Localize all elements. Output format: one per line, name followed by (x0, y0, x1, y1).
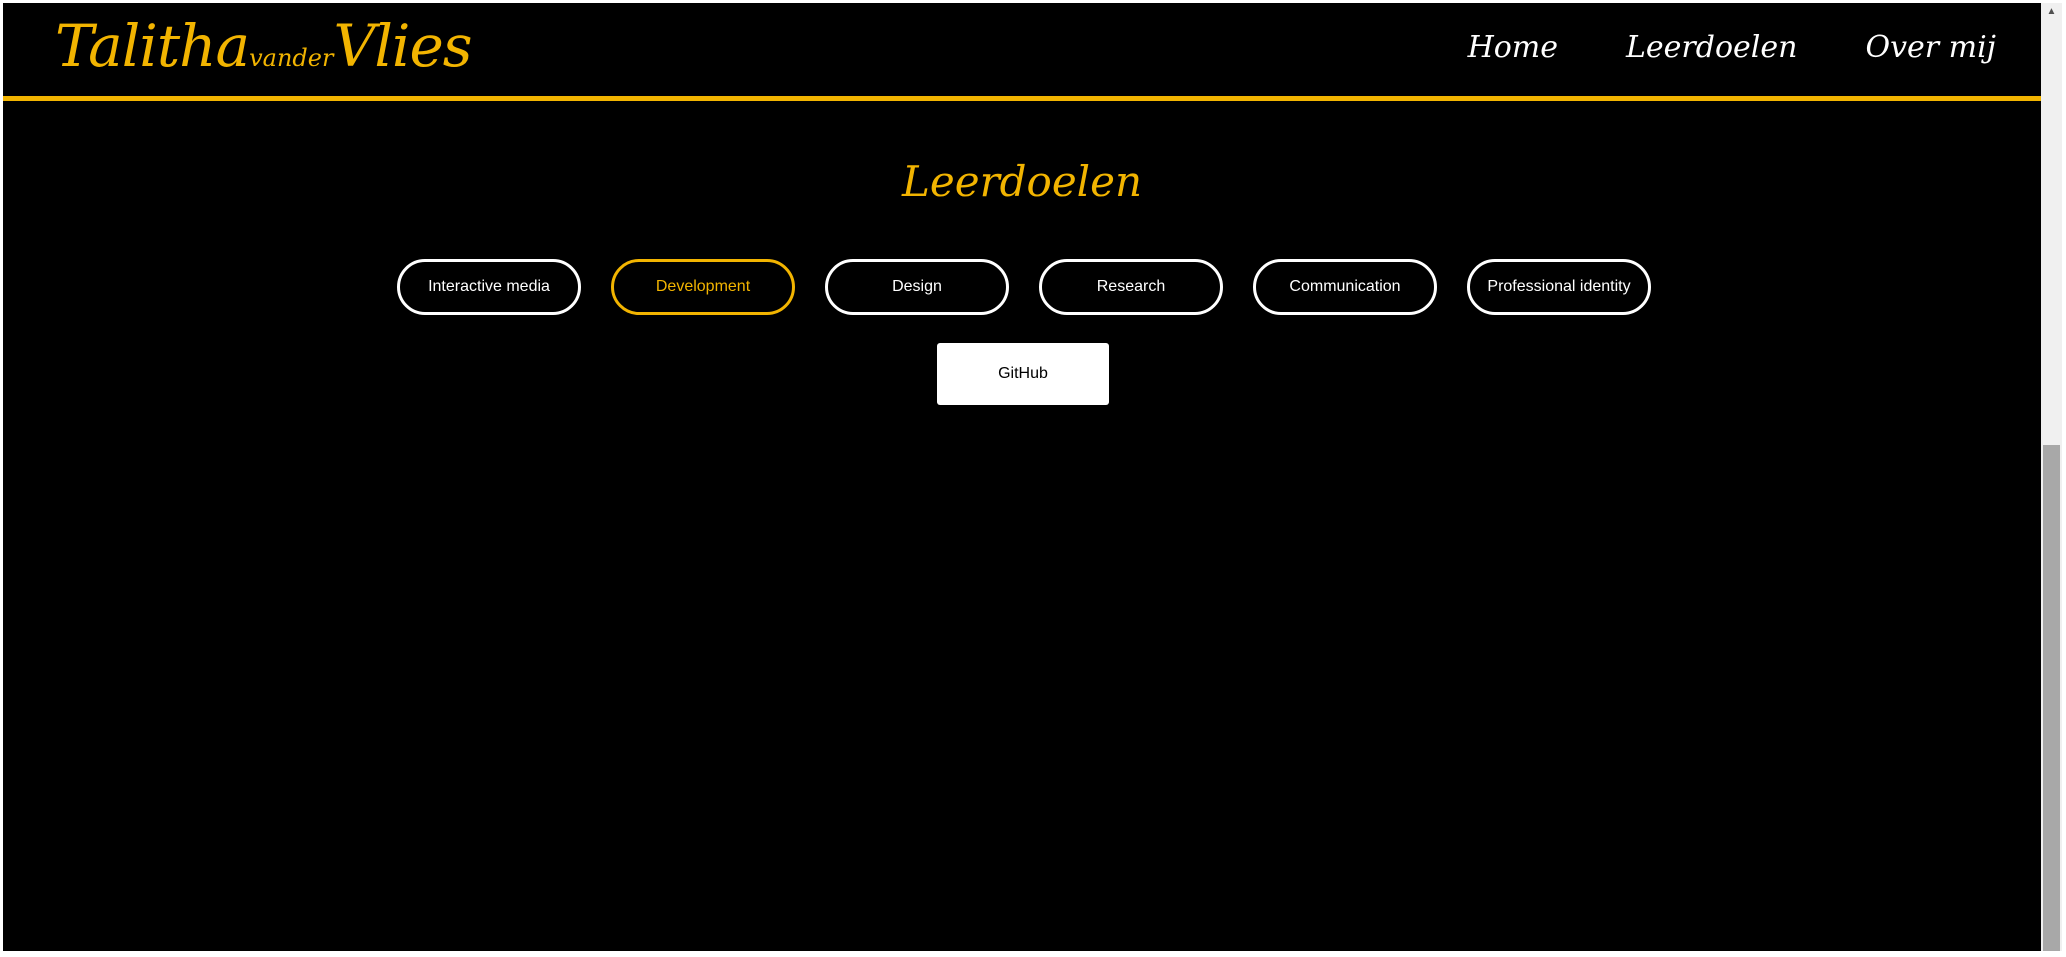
tab-professional-identity[interactable]: Professional identity (1467, 259, 1651, 315)
category-tabs: Interactive media Development Design Res… (397, 259, 1651, 315)
page-frame: TalithavanderVlies Home Leerdoelen Over … (3, 3, 2041, 951)
main-nav: Home Leerdoelen Over mij (1468, 33, 1996, 63)
nav-leerdoelen-link[interactable]: Leerdoelen (1626, 33, 1797, 63)
arrow-up-icon[interactable]: ▲ (2041, 3, 2062, 20)
logo-first-name: Talitha (55, 12, 250, 80)
scrollbar-thumb[interactable] (2043, 445, 2060, 951)
logo-middle-name: vander (249, 44, 334, 72)
nav-over-mij-link[interactable]: Over mij (1865, 33, 1996, 63)
github-button[interactable]: GitHub (937, 343, 1109, 405)
vertical-scrollbar[interactable]: ▲ (2041, 3, 2062, 951)
site-header: TalithavanderVlies Home Leerdoelen Over … (3, 3, 2041, 101)
logo-last-name: Vlies (333, 12, 472, 80)
site-logo[interactable]: TalithavanderVlies (55, 17, 473, 75)
tab-development[interactable]: Development (611, 259, 795, 315)
tab-interactive-media[interactable]: Interactive media (397, 259, 581, 315)
tab-design[interactable]: Design (825, 259, 1009, 315)
page-title: Leerdoelen (901, 157, 1143, 206)
tab-communication[interactable]: Communication (1253, 259, 1437, 315)
tab-research[interactable]: Research (1039, 259, 1223, 315)
nav-home-link[interactable]: Home (1468, 33, 1558, 63)
